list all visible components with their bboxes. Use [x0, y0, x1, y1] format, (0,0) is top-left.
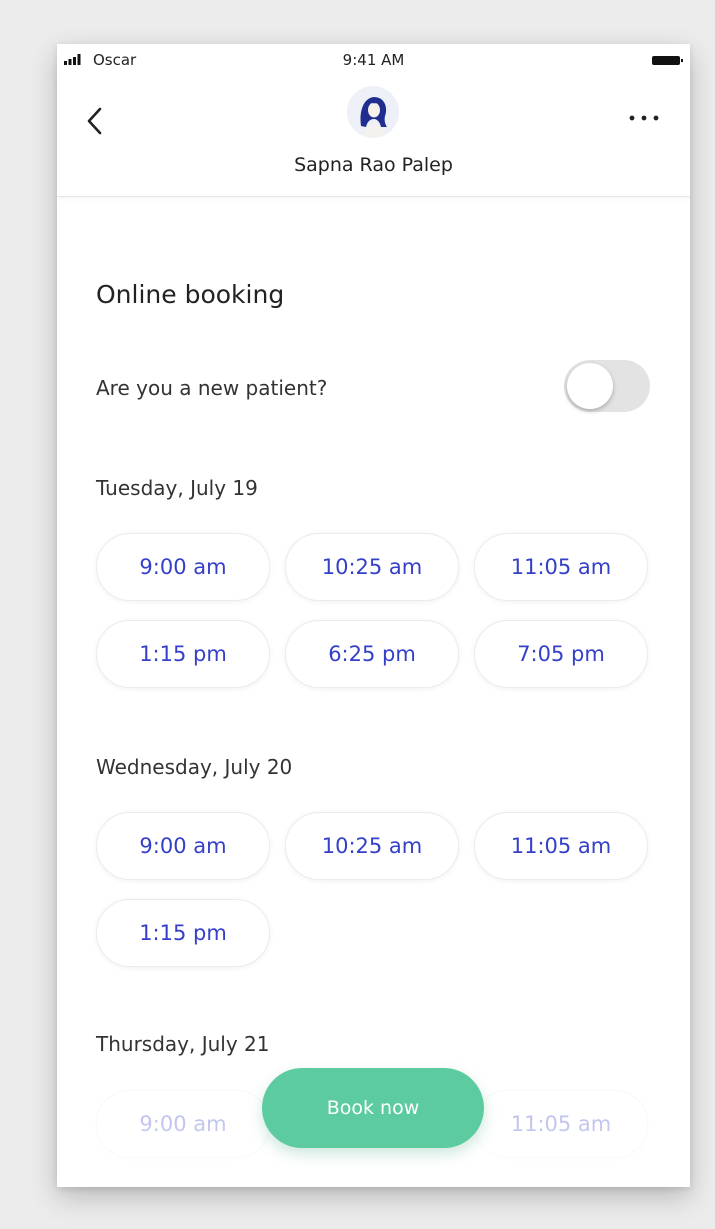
time-slot[interactable]: 10:25 am — [285, 812, 459, 880]
status-time: 9:41 AM — [342, 51, 405, 69]
time-slot[interactable]: 9:00 am — [96, 533, 270, 601]
screenshot-stage: Oscar 9:41 AM Sapna Rao Palep Online boo… — [0, 0, 715, 1229]
provider-name: Sapna Rao Palep — [294, 154, 453, 176]
time-slot[interactable]: 10:25 am — [285, 533, 459, 601]
status-bar: Oscar 9:41 AM — [57, 44, 690, 78]
section-title: Online booking — [96, 280, 285, 309]
time-slot[interactable]: 9:00 am — [96, 812, 270, 880]
provider-avatar — [347, 86, 399, 138]
book-now-button[interactable]: Book now — [262, 1068, 484, 1148]
time-slot[interactable]: 1:15 pm — [96, 620, 270, 688]
new-patient-question: Are you a new patient? — [96, 376, 328, 400]
nav-header: Sapna Rao Palep — [57, 78, 690, 197]
more-options-button[interactable] — [626, 108, 662, 128]
new-patient-toggle[interactable] — [564, 360, 650, 412]
time-slot[interactable]: 11:05 am — [474, 1090, 648, 1158]
day-label-tuesday: Tuesday, July 19 — [96, 476, 258, 500]
time-slot[interactable]: 1:15 pm — [96, 899, 270, 967]
provider-portrait-icon — [347, 86, 399, 138]
more-horizontal-icon — [629, 115, 659, 121]
time-slot[interactable]: 6:25 pm — [285, 620, 459, 688]
day-label-thursday: Thursday, July 21 — [96, 1032, 270, 1056]
chevron-left-icon — [87, 107, 102, 135]
toggle-knob — [567, 363, 613, 409]
phone-screen: Oscar 9:41 AM Sapna Rao Palep Online boo… — [57, 44, 690, 1187]
day-label-wednesday: Wednesday, July 20 — [96, 755, 293, 779]
time-slot[interactable]: 11:05 am — [474, 533, 648, 601]
time-slot[interactable]: 7:05 pm — [474, 620, 648, 688]
time-slot[interactable]: 9:00 am — [96, 1090, 270, 1158]
time-slot[interactable]: 11:05 am — [474, 812, 648, 880]
back-button[interactable] — [81, 104, 111, 138]
battery-icon — [652, 56, 683, 65]
